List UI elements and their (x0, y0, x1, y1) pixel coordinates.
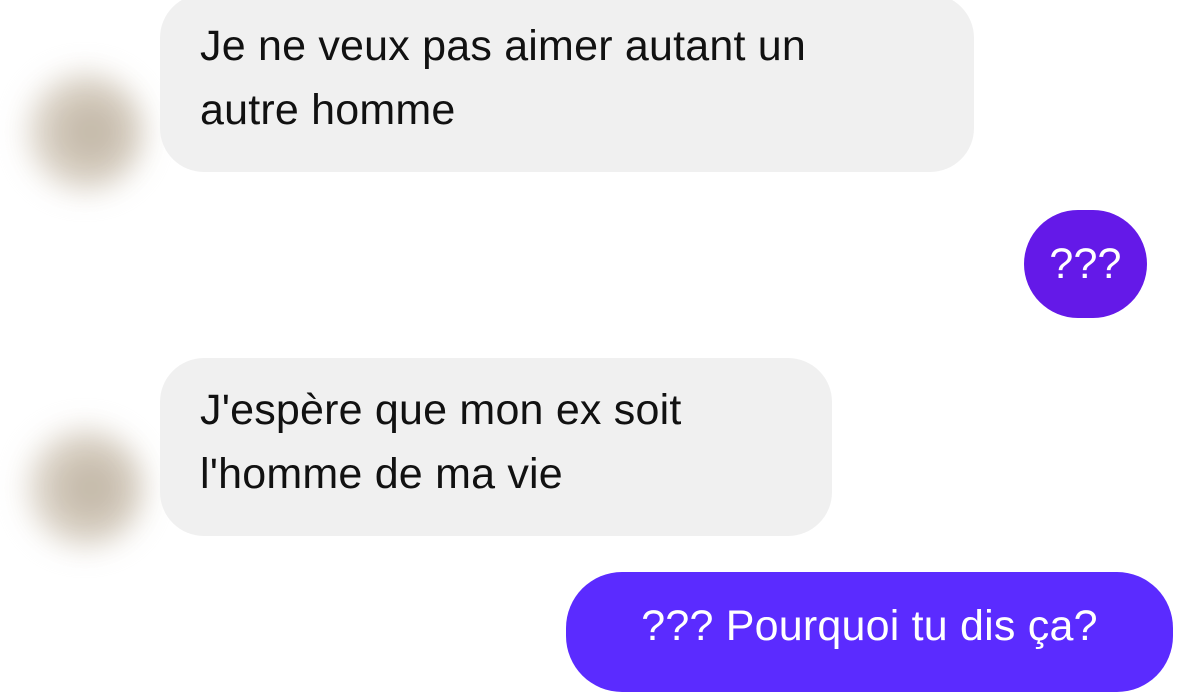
outgoing-message-bubble[interactable]: ??? (1024, 210, 1147, 318)
message-text: Je ne veux pas aimer autant un (200, 22, 806, 70)
incoming-message-bubble[interactable]: J'espère que mon ex soit l'homme de ma v… (160, 358, 832, 536)
outgoing-message-bubble[interactable]: ??? Pourquoi tu dis ça? (566, 572, 1173, 692)
chat-thread: Je ne veux pas aimer autant un autre hom… (0, 0, 1200, 692)
avatar[interactable] (25, 428, 145, 548)
message-text: l'homme de ma vie (200, 450, 563, 498)
message-text: J'espère que mon ex soit (200, 386, 682, 434)
incoming-message-bubble[interactable]: Je ne veux pas aimer autant un autre hom… (160, 0, 974, 172)
message-text: ??? Pourquoi tu dis ça? (641, 602, 1098, 650)
avatar[interactable] (25, 72, 145, 192)
message-text: ??? (1049, 240, 1122, 288)
message-text: autre homme (200, 86, 456, 134)
